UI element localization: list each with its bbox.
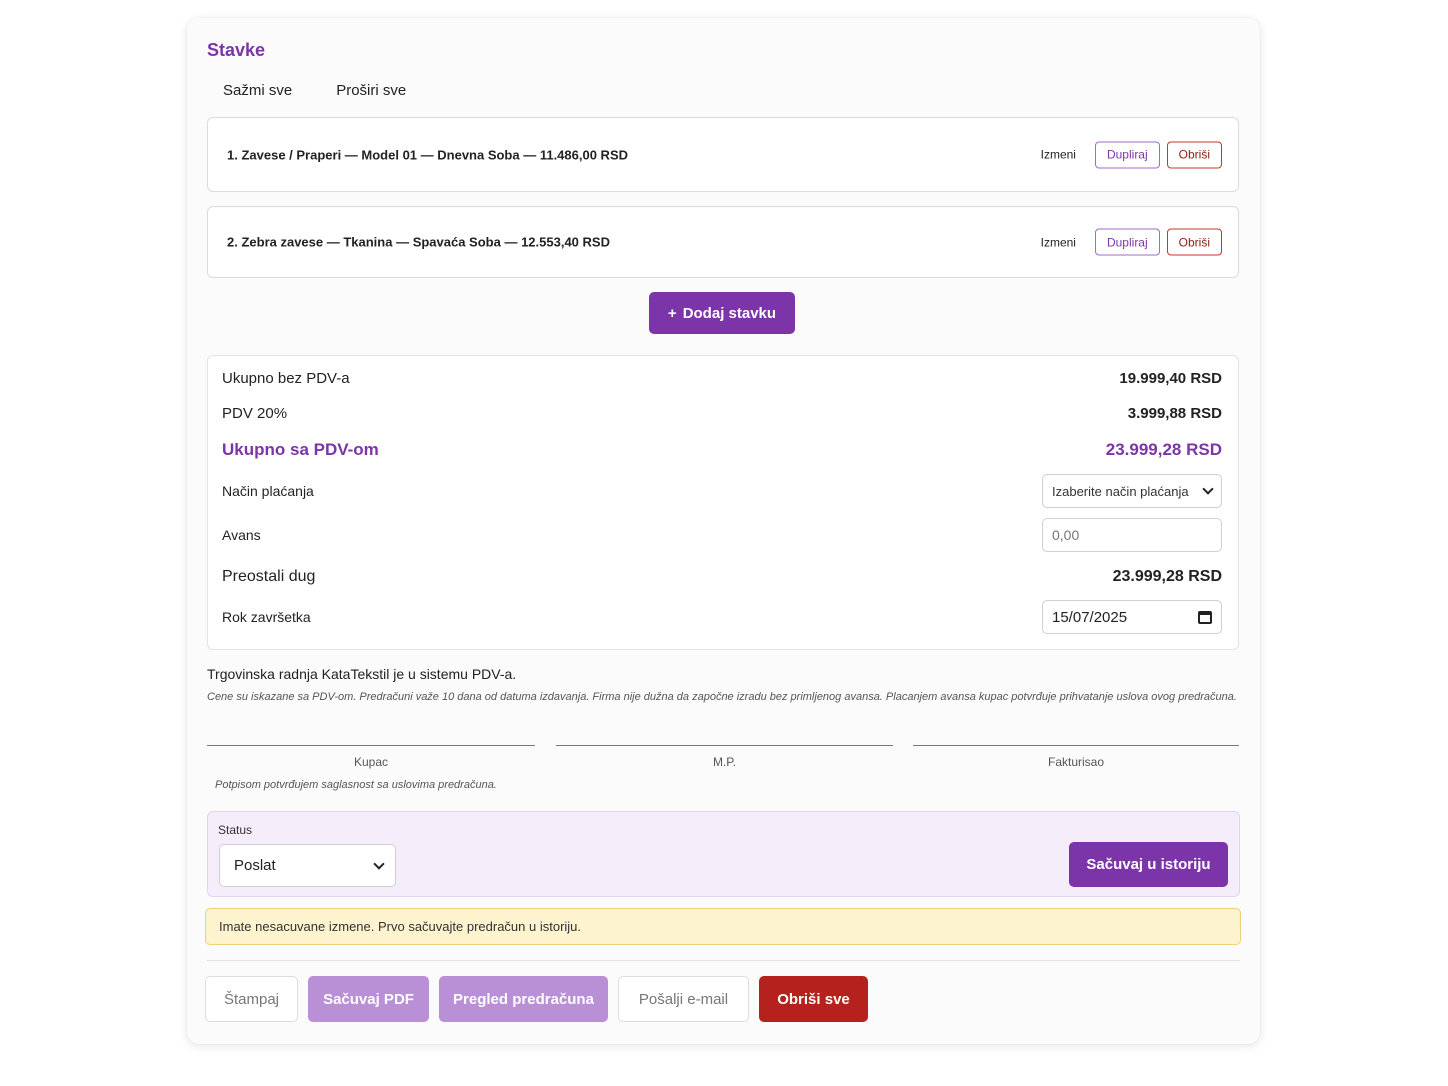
advance-placeholder: 0,00 xyxy=(1052,527,1080,543)
deadline-row: Rok završetka 15/07/2025 xyxy=(222,600,1222,634)
action-bar: Štampaj Sačuvaj PDF Pregled predračuna P… xyxy=(205,976,868,1022)
advance-input[interactable]: 0,00 xyxy=(1042,518,1222,552)
item-title: 1. Zavese / Praperi — Model 01 — Dnevna … xyxy=(227,147,629,162)
advance-label: Avans xyxy=(222,527,261,543)
deadline-value: 15/07/2025 xyxy=(1052,608,1128,626)
totals-panel: Ukupno bez PDV-a 19.999,40 RSD PDV 20% 3… xyxy=(207,355,1239,650)
vat-notice: Trgovinska radnja KataTekstil je u siste… xyxy=(207,666,517,682)
unsaved-warning: Imate nesacuvane izmene. Prvo sačuvajte … xyxy=(205,908,1241,945)
item-title: 2. Zebra zavese — Tkanina — Spavaća Soba… xyxy=(227,234,610,250)
total-value: 23.999,28 RSD xyxy=(1105,440,1222,459)
signature-line-buyer xyxy=(207,745,535,746)
status-value: Poslat xyxy=(234,857,276,874)
signature-label-stamp: M.P. xyxy=(712,755,737,769)
quote-card: Stavke Sažmi sve Proširi sve 1. Zavese /… xyxy=(187,18,1260,1044)
signature-line-stamp xyxy=(556,745,893,746)
item-actions: Izmeni Dupliraj Obriši xyxy=(1041,141,1222,168)
advance-row: Avans 0,00 xyxy=(222,518,1222,552)
send-email-button[interactable]: Pošalji e-mail xyxy=(618,976,749,1022)
chevron-down-icon xyxy=(373,857,385,870)
collapse-controls: Sažmi sve Proširi sve xyxy=(223,82,406,99)
status-select[interactable]: Poslat xyxy=(219,844,396,887)
divider xyxy=(207,960,1240,961)
add-item-label: Dodaj stavku xyxy=(682,304,777,322)
payment-label: Način plaćanja xyxy=(222,483,314,499)
signature-line-invoiced xyxy=(913,745,1239,746)
subtotal-label: Ukupno bez PDV-a xyxy=(222,370,350,387)
print-button[interactable]: Štampaj xyxy=(205,976,298,1022)
expand-all-button[interactable]: Proširi sve xyxy=(336,82,406,99)
preview-button[interactable]: Pregled predračuna xyxy=(439,976,608,1022)
payment-method-value: Izaberite način plaćanja xyxy=(1052,483,1189,499)
subtotal-row: Ukupno bez PDV-a 19.999,40 RSD xyxy=(222,370,1222,387)
payment-method-select[interactable]: Izaberite način plaćanja xyxy=(1042,474,1222,508)
signature-label-buyer: Kupac xyxy=(353,755,389,769)
save-to-history-button[interactable]: Sačuvaj u istoriju xyxy=(1069,842,1228,887)
signature-label-invoiced: Fakturisao xyxy=(1047,755,1105,769)
deadline-label: Rok završetka xyxy=(222,609,311,625)
payment-row: Način plaćanja Izaberite način plaćanja xyxy=(222,474,1222,508)
remaining-value: 23.999,28 RSD xyxy=(1112,568,1222,585)
item-actions: Izmeni Dupliraj Obriši xyxy=(1041,228,1222,256)
collapse-all-button[interactable]: Sažmi sve xyxy=(223,82,292,99)
save-pdf-button[interactable]: Sačuvaj PDF xyxy=(308,976,429,1022)
remaining-label: Preostali dug xyxy=(222,568,316,585)
total-label: Ukupno sa PDV-om xyxy=(222,440,379,459)
item-card[interactable]: 1. Zavese / Praperi — Model 01 — Dnevna … xyxy=(207,117,1239,192)
edit-button[interactable]: Izmeni xyxy=(1041,235,1076,249)
vat-row: PDV 20% 3.999,88 RSD xyxy=(222,405,1222,422)
subtotal-value: 19.999,40 RSD xyxy=(1119,370,1222,387)
terms-note: Cene su iskazane sa PDV-om. Predračuni v… xyxy=(207,691,1237,703)
total-row: Ukupno sa PDV-om 23.999,28 RSD xyxy=(222,440,1222,460)
calendar-icon[interactable] xyxy=(1198,610,1212,624)
chevron-down-icon xyxy=(1202,483,1214,495)
remaining-row: Preostali dug 23.999,28 RSD xyxy=(222,568,1222,586)
signature-note: Potpisom potvrđujem saglasnost sa uslovi… xyxy=(215,779,497,791)
edit-button[interactable]: Izmeni xyxy=(1041,148,1076,162)
section-title: Stavke xyxy=(207,40,266,60)
status-panel: Status Poslat Sačuvaj u istoriju xyxy=(207,811,1240,897)
duplicate-button[interactable]: Dupliraj xyxy=(1094,228,1160,256)
delete-button[interactable]: Obriši xyxy=(1166,228,1222,256)
plus-icon: + xyxy=(667,304,677,322)
item-card[interactable]: 2. Zebra zavese — Tkanina — Spavaća Soba… xyxy=(207,206,1239,278)
delete-button[interactable]: Obriši xyxy=(1166,141,1222,168)
delete-all-button[interactable]: Obriši sve xyxy=(759,976,868,1022)
vat-label: PDV 20% xyxy=(222,405,288,422)
add-item-button[interactable]: + Dodaj stavku xyxy=(649,292,795,334)
status-label: Status xyxy=(218,823,253,837)
vat-value: 3.999,88 RSD xyxy=(1127,405,1222,422)
deadline-date-input[interactable]: 15/07/2025 xyxy=(1042,600,1222,634)
duplicate-button[interactable]: Dupliraj xyxy=(1094,141,1160,168)
